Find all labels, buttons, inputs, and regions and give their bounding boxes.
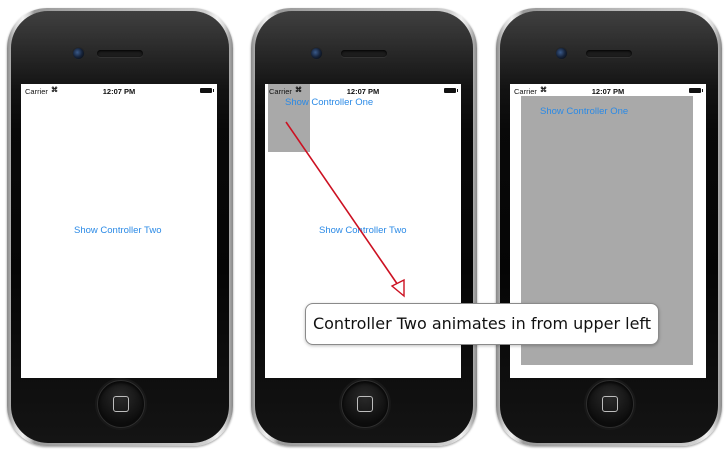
- annotation-arrow: [285, 121, 405, 298]
- annotation-callout: Controller Two animates in from upper le…: [305, 303, 659, 345]
